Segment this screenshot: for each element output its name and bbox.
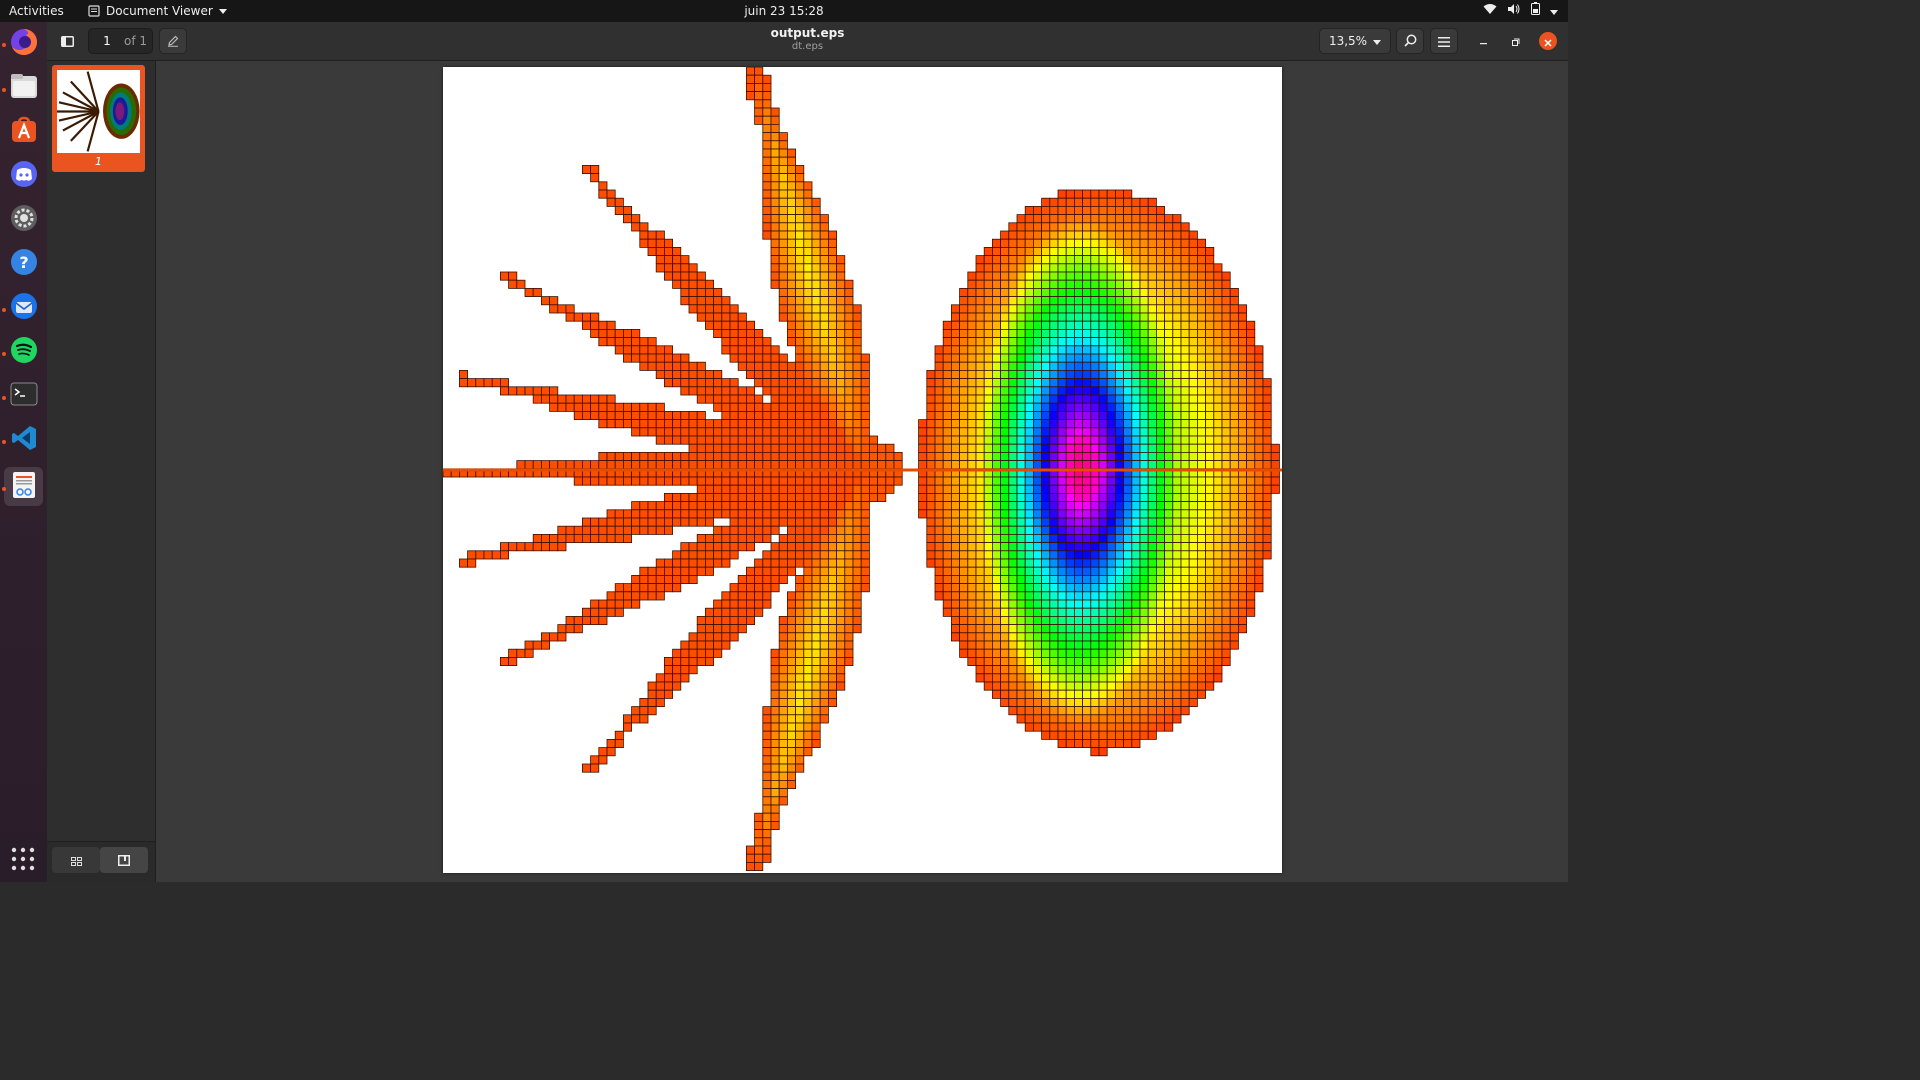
chevron-down-icon <box>218 8 227 14</box>
sidebar-mode-switcher <box>47 841 155 882</box>
dock-help[interactable]: ? <box>4 244 43 283</box>
hamburger-icon <box>1438 32 1450 51</box>
spotify-icon <box>10 336 38 368</box>
page-total-label: of 1 <box>123 34 147 48</box>
document-view[interactable] <box>156 61 1568 882</box>
discord-icon <box>10 160 38 192</box>
vscode-icon <box>10 424 38 456</box>
system-tray[interactable] <box>1483 0 1558 22</box>
tab-thumbnails[interactable] <box>52 847 100 873</box>
heatmap-figure <box>443 67 1282 872</box>
dock-spotify[interactable] <box>4 332 43 371</box>
dock-app-center[interactable] <box>4 112 43 151</box>
app-grid-icon <box>10 847 36 876</box>
app-menu-label: Document Viewer <box>106 4 213 18</box>
thunderbird-icon <box>10 292 38 324</box>
page-thumbnail[interactable]: 1 <box>52 65 145 172</box>
maximize-button[interactable] <box>1504 28 1526 54</box>
sidebar-icon <box>60 32 74 51</box>
search-button[interactable] <box>1396 28 1424 54</box>
volume-icon <box>1507 0 1521 22</box>
running-indicator <box>2 440 6 444</box>
pencil-icon <box>167 32 179 51</box>
thumbnail-figure <box>57 71 140 152</box>
header-bar: 1 of 1 output.eps dt.eps 13,5% <box>47 22 1568 61</box>
firefox-icon <box>9 27 39 61</box>
help-icon: ? <box>10 248 38 280</box>
close-button[interactable] <box>1539 32 1557 50</box>
top-bar: Activities Document Viewer juin 23 15:28 <box>0 0 1568 22</box>
minimize-button[interactable] <box>1472 28 1494 54</box>
page-selector[interactable]: 1 of 1 <box>88 28 153 54</box>
zoom-level: 13,5% <box>1328 34 1368 48</box>
running-indicator <box>2 396 6 400</box>
page-thumbnail-image <box>57 70 140 153</box>
svg-text:?: ? <box>19 253 28 272</box>
files-icon <box>10 73 38 103</box>
zoom-menu-button[interactable]: 13,5% <box>1319 28 1391 54</box>
dock-thunderbird[interactable] <box>4 288 43 327</box>
running-indicator <box>2 88 6 92</box>
running-indicator <box>2 352 6 356</box>
activities-button[interactable]: Activities <box>9 0 64 22</box>
app-menu[interactable]: Document Viewer <box>88 0 227 22</box>
terminal-icon <box>10 382 38 410</box>
dock: ? <box>0 22 47 882</box>
document-viewer-icon <box>11 471 37 503</box>
dock-discord[interactable] <box>4 156 43 195</box>
annotate-button[interactable] <box>159 28 187 54</box>
settings-icon <box>10 204 38 236</box>
clock-container: juin 23 15:28 <box>0 0 1568 22</box>
app-center-icon <box>10 116 38 148</box>
restore-icon <box>1511 32 1520 51</box>
dock-firefox[interactable] <box>4 24 43 63</box>
main-menu-button[interactable] <box>1430 28 1458 54</box>
document-page <box>443 67 1282 873</box>
running-indicator <box>2 43 6 47</box>
dock-document-viewer[interactable] <box>4 467 43 506</box>
wifi-icon <box>1483 0 1497 22</box>
show-applications-button[interactable] <box>10 846 36 872</box>
dock-terminal[interactable] <box>4 376 43 415</box>
running-indicator <box>2 487 6 491</box>
page-thumbnail-label: 1 <box>95 155 102 168</box>
search-icon <box>1403 32 1417 51</box>
minimize-icon <box>1479 32 1488 51</box>
close-icon <box>1544 32 1552 51</box>
dock-vscode[interactable] <box>4 420 43 459</box>
tab-index[interactable] <box>100 847 148 873</box>
system-menu-chevron-icon <box>1550 0 1558 22</box>
document-viewer-small-icon <box>88 5 100 17</box>
sidebar-toggle-button[interactable] <box>53 28 81 54</box>
dock-settings[interactable] <box>4 200 43 239</box>
page-number-input[interactable]: 1 <box>94 34 120 48</box>
running-indicator <box>2 308 6 312</box>
clock[interactable]: juin 23 15:28 <box>744 4 823 18</box>
thumbnails-grid-icon <box>70 851 82 870</box>
dock-files[interactable] <box>4 68 43 107</box>
chevron-down-icon <box>1373 34 1382 48</box>
thumbnail-sidebar: 1 <box>47 61 156 882</box>
battery-icon <box>1531 0 1540 22</box>
book-icon <box>118 851 130 870</box>
